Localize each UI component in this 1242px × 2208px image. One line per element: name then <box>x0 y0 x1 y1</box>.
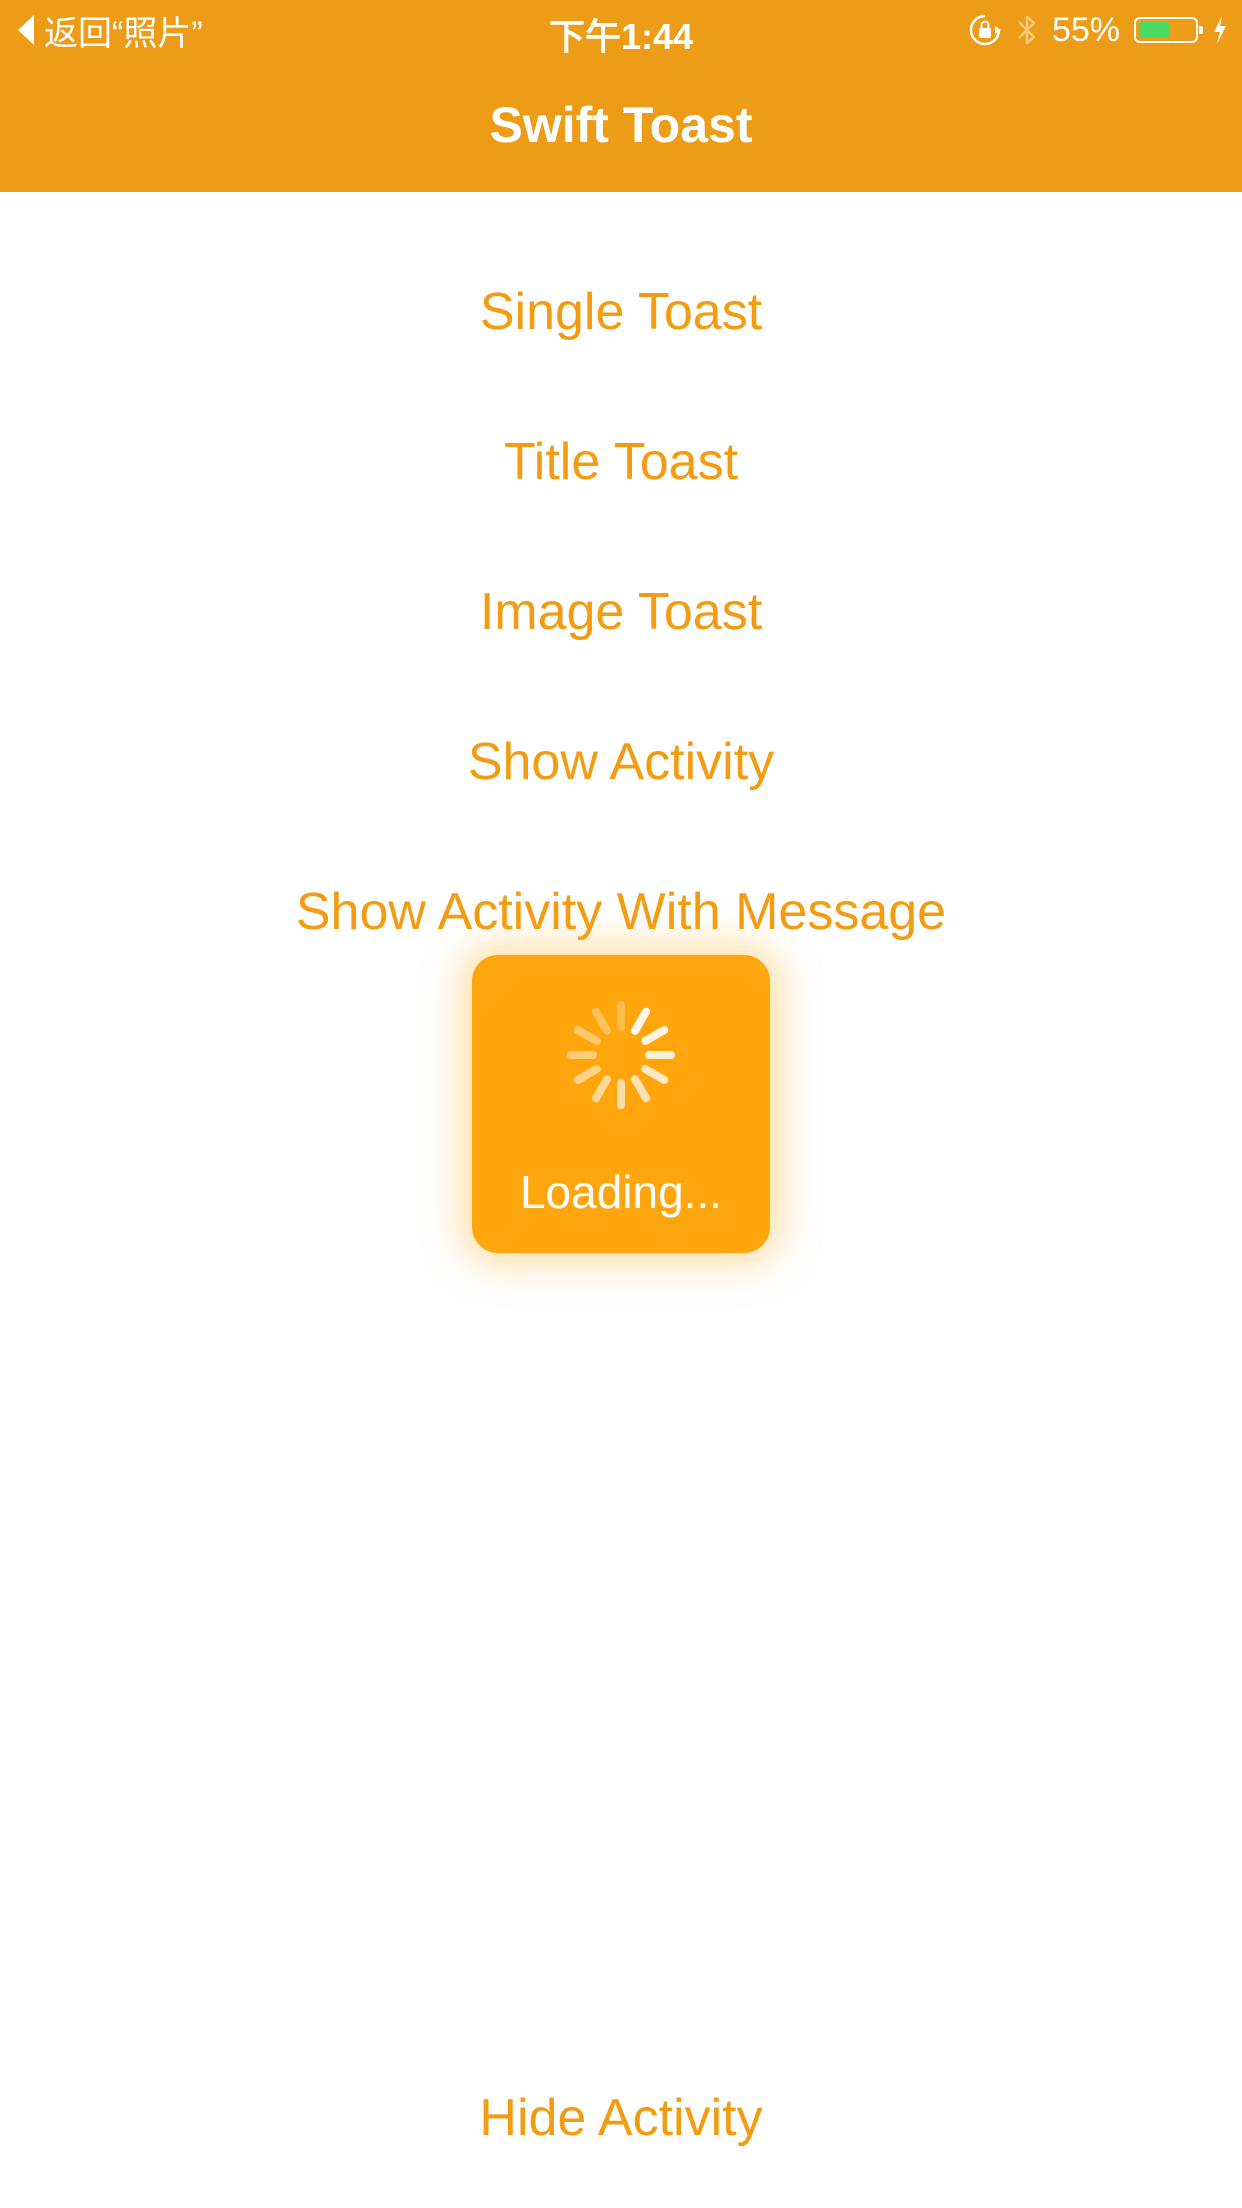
bluetooth-icon <box>1016 12 1038 48</box>
image-toast-button[interactable]: Image Toast <box>0 562 1242 662</box>
header: 返回“照片” 下午1:44 55% Swift Toast <box>0 0 1242 192</box>
spinner-spoke <box>641 1065 669 1084</box>
orientation-lock-icon <box>968 13 1002 47</box>
app-screen: 返回“照片” 下午1:44 55% Swift Toast Single Toa… <box>0 0 1242 2208</box>
battery-icon <box>1134 17 1203 43</box>
battery-percent: 55% <box>1051 10 1120 49</box>
spinner-spoke <box>573 1065 601 1084</box>
title-toast-button[interactable]: Title Toast <box>0 412 1242 512</box>
spinner-spoke <box>592 1075 611 1103</box>
activity-spinner-icon <box>567 1001 675 1109</box>
show-activity-button[interactable]: Show Activity <box>0 712 1242 812</box>
loading-toast: Loading... <box>472 955 770 1253</box>
hide-activity-button[interactable]: Hide Activity <box>0 2068 1242 2168</box>
spinner-spoke <box>592 1007 611 1035</box>
battery-level <box>1139 22 1169 38</box>
status-bar: 返回“照片” 下午1:44 55% <box>0 0 1242 60</box>
show-activity-with-message-button[interactable]: Show Activity With Message <box>0 862 1242 962</box>
spinner-spoke <box>631 1075 650 1103</box>
spinner-spoke <box>631 1007 650 1035</box>
status-indicators: 55% <box>968 8 1228 52</box>
charging-bolt-icon <box>1212 15 1228 45</box>
spinner-spoke <box>573 1026 601 1045</box>
battery-tip <box>1199 26 1203 34</box>
single-toast-button[interactable]: Single Toast <box>0 262 1242 362</box>
page-title: Swift Toast <box>489 97 753 153</box>
toast-message: Loading... <box>519 1166 723 1218</box>
spinner-spoke <box>641 1026 669 1045</box>
